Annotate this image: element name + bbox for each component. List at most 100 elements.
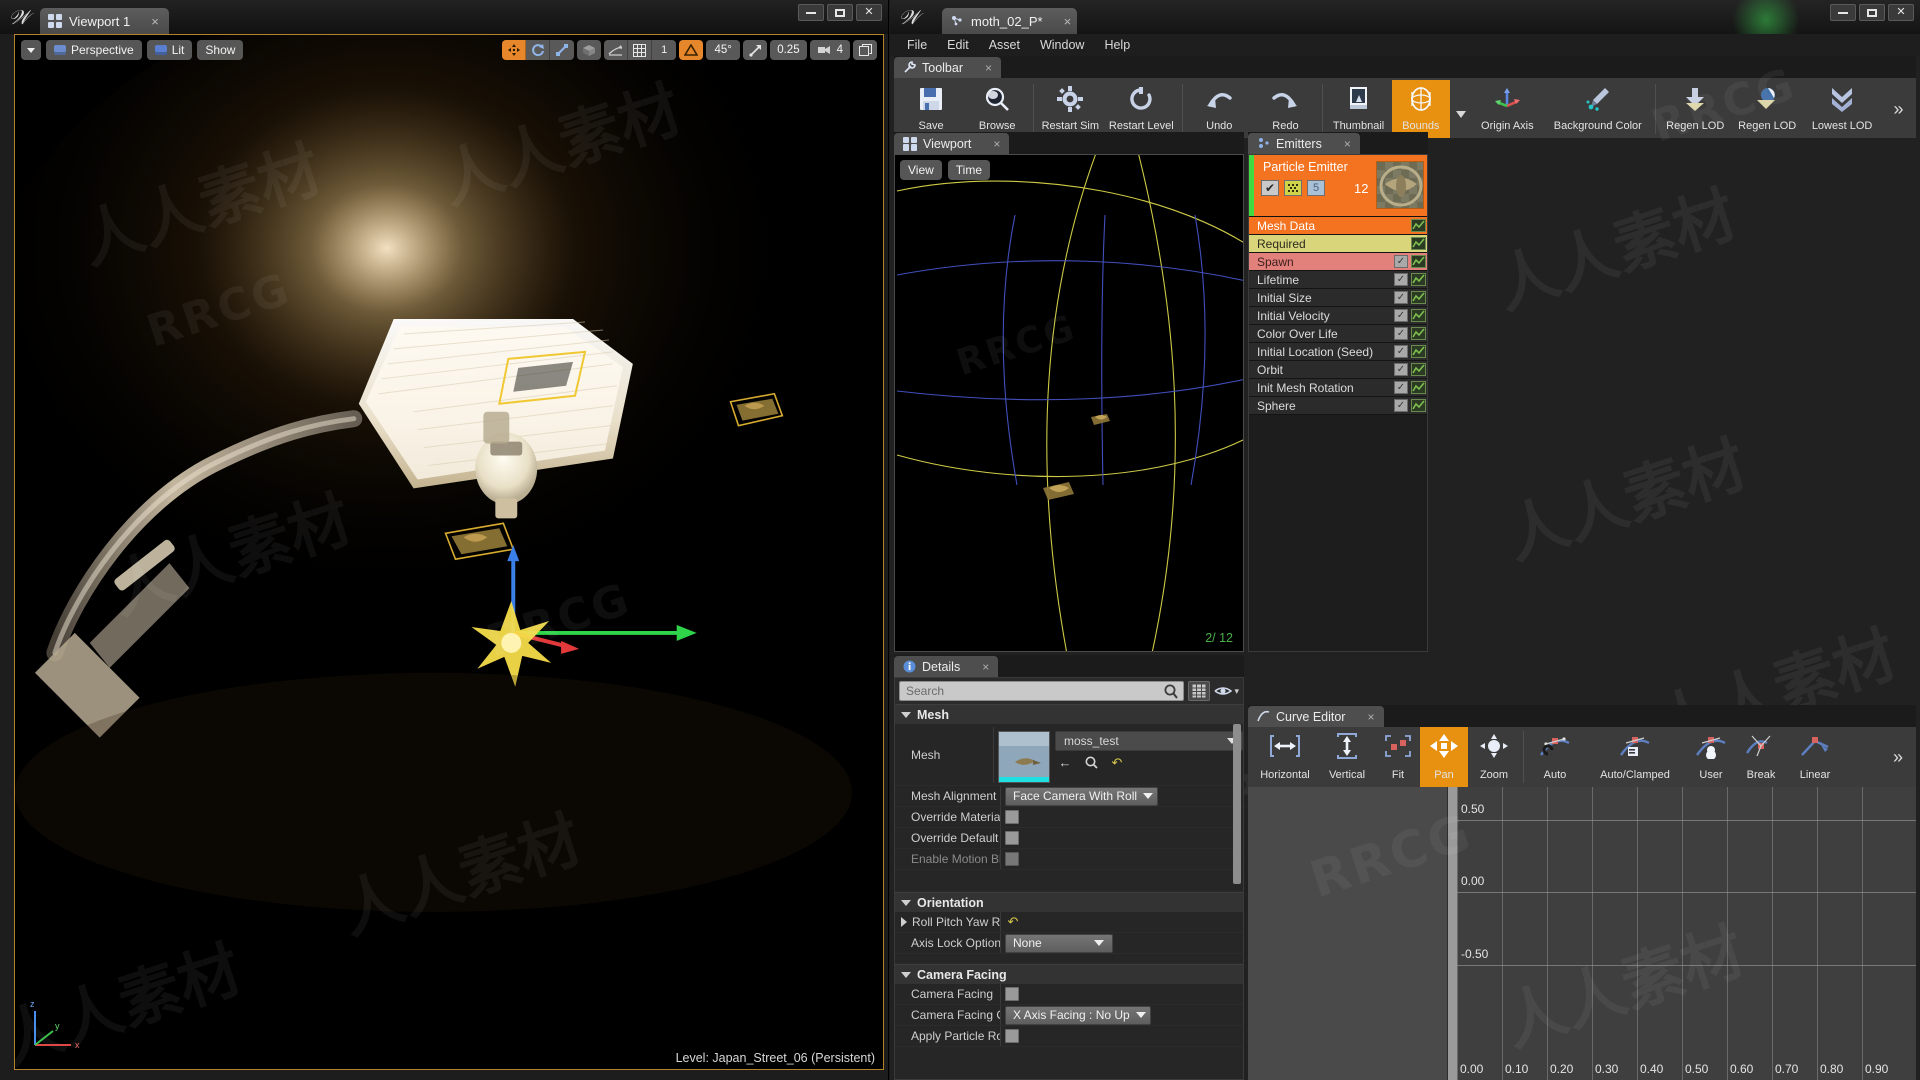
camera-speed-value[interactable]: 4 <box>809 40 850 60</box>
chevron-right-icon[interactable] <box>901 917 907 927</box>
curve-toggle-icon[interactable] <box>1411 399 1426 412</box>
tab-particle-viewport[interactable]: Viewport × <box>894 133 1010 154</box>
curve-pan-button[interactable]: Pan <box>1420 727 1468 787</box>
curve-toggle-icon[interactable] <box>1411 309 1426 322</box>
curve-tangent-break-button[interactable]: Break <box>1735 727 1787 787</box>
toolbar-browse-button[interactable]: Browse <box>964 80 1030 138</box>
toolbar-background-color-button[interactable]: Background Color <box>1543 80 1652 138</box>
details-scrollbar[interactable] <box>1233 724 1241 884</box>
module-enable-checkbox[interactable]: ✓ <box>1394 255 1408 268</box>
minimize-button[interactable] <box>798 4 824 21</box>
rotation-snap-value[interactable]: 45° <box>706 40 741 60</box>
grid-size-value[interactable]: 1 <box>652 40 677 60</box>
camera-facing-option-combo[interactable]: X Axis Facing : No Up <box>1005 1005 1151 1025</box>
apply-particle-rotation-checkbox[interactable] <box>1005 1029 1019 1043</box>
module-row[interactable]: Spawn ✓ <box>1249 253 1427 271</box>
toolbar-regen-lod-dup-button[interactable]: Regen LOD <box>1731 80 1803 138</box>
surface-snap-button[interactable] <box>604 40 629 60</box>
close-icon[interactable]: × <box>1367 710 1374 724</box>
module-enable-checkbox[interactable]: ✓ <box>1394 327 1408 340</box>
toolbar-overflow-button[interactable]: » <box>1881 80 1916 138</box>
particle-preview-viewport[interactable]: View Time 2/ 12 RRCG <box>894 154 1244 652</box>
curve-tangent-auto-clamped-button[interactable]: Auto/Clamped <box>1583 727 1687 787</box>
module-enable-checkbox[interactable]: ✓ <box>1394 399 1408 412</box>
details-visibility-menu[interactable]: ▾ <box>1214 685 1239 697</box>
show-menu-button[interactable]: Show <box>197 40 244 60</box>
emitter-thumbnail[interactable] <box>1376 161 1424 209</box>
curve-zoom-button[interactable]: Zoom <box>1468 727 1520 787</box>
menu-file[interactable]: File <box>898 36 936 54</box>
emitter-level-badge[interactable]: 5 <box>1307 180 1325 196</box>
tab-toolbar[interactable]: Toolbar × <box>894 57 1002 78</box>
toolbar-restart-sim-button[interactable]: Restart Sim <box>1037 80 1103 138</box>
back-arrow-icon[interactable]: ← <box>1057 755 1073 771</box>
curve-fit-button[interactable]: Fit <box>1376 727 1420 787</box>
curve-tangent-auto-button[interactable]: Auto <box>1527 727 1583 787</box>
tab-particle-system[interactable]: moth_02_P* × <box>942 8 1078 34</box>
module-enable-checkbox[interactable]: ✓ <box>1394 273 1408 286</box>
details-section-mesh-header[interactable]: Mesh <box>895 704 1243 724</box>
rotate-tool-button[interactable] <box>526 40 551 60</box>
details-section-orientation-header[interactable]: Orientation <box>895 892 1243 912</box>
mesh-thumbnail[interactable] <box>998 730 1050 783</box>
maximize-viewport-button[interactable] <box>853 40 877 60</box>
close-icon[interactable]: × <box>151 14 159 29</box>
mesh-alignment-combo[interactable]: Face Camera With Roll <box>1005 786 1159 806</box>
curve-toggle-icon[interactable] <box>1411 363 1426 376</box>
close-button[interactable]: ✕ <box>1888 4 1914 21</box>
toolbar-thumbnail-button[interactable]: Thumbnail <box>1325 80 1391 138</box>
close-icon[interactable]: × <box>1344 137 1351 151</box>
toolbar-origin-axis-button[interactable]: Origin Axis <box>1471 80 1543 138</box>
menu-window[interactable]: Window <box>1031 36 1093 54</box>
maximize-button[interactable] <box>1859 4 1885 21</box>
toolbar-bounds-dropdown[interactable] <box>1450 80 1471 138</box>
curve-tangent-linear-button[interactable]: Linear <box>1787 727 1843 787</box>
toolbar-regen-lod-button[interactable]: Regen LOD <box>1659 80 1731 138</box>
tab-viewport-1[interactable]: Viewport 1 × <box>40 8 169 34</box>
curve-toolbar-overflow-button[interactable]: » <box>1880 727 1916 787</box>
curve-editor-value-axis[interactable] <box>1448 787 1457 1080</box>
close-icon[interactable]: × <box>985 61 992 75</box>
override-material-checkbox[interactable] <box>1005 810 1019 824</box>
module-row[interactable]: Init Mesh Rotation ✓ <box>1249 379 1427 397</box>
module-row[interactable]: Initial Velocity ✓ <box>1249 307 1427 325</box>
curve-toggle-icon[interactable] <box>1411 327 1426 340</box>
curve-fit-vertical-button[interactable]: Vertical <box>1318 727 1376 787</box>
reset-icon[interactable]: ↶ <box>1005 914 1021 930</box>
time-menu-button[interactable]: Time <box>947 160 991 180</box>
module-enable-checkbox[interactable]: ✓ <box>1394 309 1408 322</box>
curve-tangent-user-button[interactable]: User <box>1687 727 1735 787</box>
move-tool-button[interactable] <box>502 40 527 60</box>
module-row[interactable]: Orbit ✓ <box>1249 361 1427 379</box>
override-default-checkbox[interactable] <box>1005 831 1019 845</box>
minimize-button[interactable] <box>1830 4 1856 21</box>
details-section-camera-facing-header[interactable]: Camera Facing <box>895 964 1243 984</box>
search-input[interactable]: Search <box>899 681 1185 701</box>
curve-toggle-icon[interactable] <box>1411 291 1426 304</box>
camera-mode-button[interactable]: Perspective <box>46 40 142 60</box>
view-mode-button[interactable]: Lit <box>146 40 193 60</box>
curve-editor-track-list[interactable] <box>1248 787 1448 1080</box>
module-enable-checkbox[interactable]: ✓ <box>1394 363 1408 376</box>
toolbar-redo-button[interactable]: Redo <box>1252 80 1318 138</box>
module-row[interactable]: Sphere ✓ <box>1249 397 1427 415</box>
view-menu-button[interactable]: View <box>900 160 942 180</box>
module-row[interactable]: Initial Size ✓ <box>1249 289 1427 307</box>
level-viewport[interactable]: 人人素材 人人素材 RRCG 人人素材 RRCG 人人素材 人人素材 Persp… <box>14 34 884 1070</box>
curve-toggle-icon[interactable] <box>1411 273 1426 286</box>
viewport-options-button[interactable] <box>21 40 41 60</box>
reset-icon[interactable]: ↶ <box>1109 755 1125 771</box>
module-enable-checkbox[interactable]: ✓ <box>1394 381 1408 394</box>
module-enable-checkbox[interactable]: ✓ <box>1394 291 1408 304</box>
curve-toggle-icon[interactable] <box>1411 219 1426 232</box>
toolbar-bounds-button[interactable]: Bounds <box>1391 80 1450 138</box>
close-button[interactable]: ✕ <box>856 4 882 21</box>
details-content[interactable]: Search ▾ Mesh Mesh moss_test ← ↶ Mesh Al… <box>894 677 1244 1080</box>
scale-snap-button[interactable] <box>743 40 768 60</box>
close-icon[interactable]: × <box>993 137 1000 151</box>
tab-details[interactable]: Details × <box>894 656 999 677</box>
curve-toggle-icon[interactable] <box>1411 237 1426 250</box>
toolbar-undo-button[interactable]: Undo <box>1186 80 1252 138</box>
module-row[interactable]: Lifetime ✓ <box>1249 271 1427 289</box>
emitters-list[interactable]: Particle Emitter ✔ 5 12 Mesh Data Requir… <box>1248 154 1428 652</box>
